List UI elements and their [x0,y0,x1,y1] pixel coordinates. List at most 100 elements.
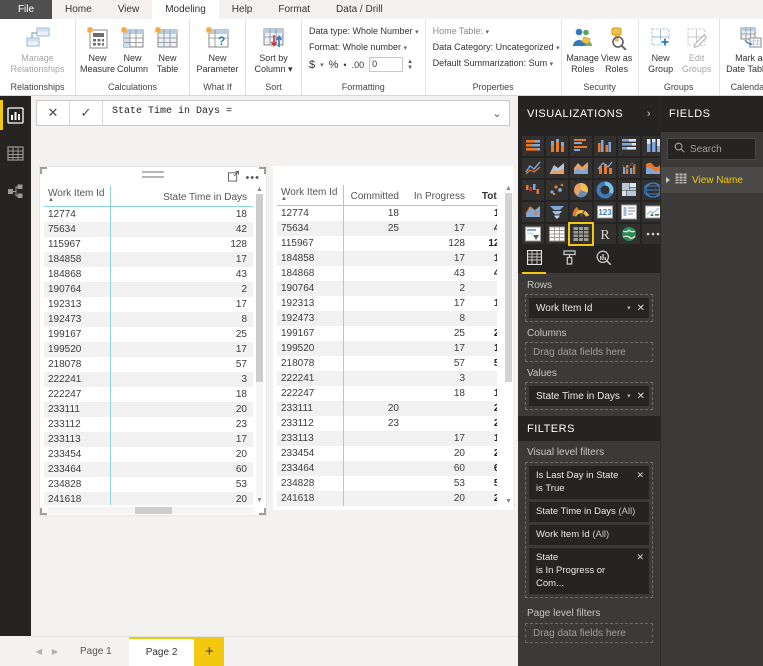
well-chip-work-item-id[interactable]: Work Item Id ▾ ✕ [529,298,649,318]
table-row[interactable]: 218078 57 57 [277,356,497,371]
stacked-column-chart-icon[interactable] [546,136,568,156]
currency-format-button[interactable]: $ [309,59,315,71]
manage-relationships-button[interactable]: Manage Relationships [4,22,71,74]
default-summarization-dropdown[interactable]: Default Summarization: Sum ▾ [433,56,554,72]
table-row[interactable]: 222247 18 [44,387,253,402]
matrix-vertical-scrollbar[interactable]: ▲ ▼ [504,185,513,506]
table-row[interactable]: 184868 43 [44,267,253,282]
decimal-places-stepper[interactable]: ▲ ▼ [407,59,413,71]
stacked-bar-chart-icon[interactable] [522,136,544,156]
slicer-icon[interactable] [522,224,544,244]
table-row[interactable]: 115967 128 128 [277,236,497,251]
view-as-roles-button[interactable]: View as Roles [600,22,634,74]
table-row[interactable]: 192313 17 17 [277,296,497,311]
filter-card-state[interactable]: State is In Progress or Com... ✕ [529,548,649,594]
clustered-column-chart-icon[interactable] [594,136,616,156]
edit-groups-button[interactable]: Edit Groups [679,22,715,74]
chevron-down-icon[interactable]: ▾ [320,61,324,69]
column-header-work-item-id[interactable]: Work Item Id ▲ [44,186,110,207]
table-row[interactable]: 233113 17 [44,431,253,447]
line-clustered-column-chart-icon[interactable] [618,158,640,178]
multi-row-card-icon[interactable] [618,202,640,222]
area-chart-icon[interactable] [546,158,568,178]
card-icon[interactable]: 123 [594,202,616,222]
r-script-visual-icon[interactable]: R [594,224,616,244]
ribbon-tab-home[interactable]: Home [52,0,105,19]
table-icon[interactable] [546,224,568,244]
sidebar-item-model-view[interactable] [0,172,31,210]
scroll-thumb[interactable] [256,194,263,382]
table-horizontal-scrollbar[interactable] [48,507,254,514]
table-row[interactable]: 184858 17 [44,251,253,267]
filter-card-work-item-id[interactable]: Work Item Id (All) [529,525,649,545]
table-row[interactable]: 218078 57 [44,357,253,372]
table-row[interactable]: 115967 128 [44,237,253,252]
tab-format[interactable] [559,249,579,271]
formula-accept-button[interactable]: ✓ [70,101,103,125]
resize-handle-br[interactable] [259,508,266,515]
page-next-button[interactable]: ▶ [47,637,63,666]
column-header-in-progress[interactable]: In Progress [405,185,471,206]
resize-handle-bl[interactable] [40,508,47,515]
scroll-down-icon[interactable]: ▼ [256,497,263,505]
focus-mode-icon[interactable] [228,169,240,187]
table-row[interactable]: 233464 60 [44,461,253,477]
field-table-view-name[interactable]: View Name [660,167,763,193]
table-row[interactable]: 241618 20 [44,491,253,505]
new-measure-button[interactable]: New Measure [80,22,115,74]
ribbon-tab-modeling[interactable]: Modeling [152,0,219,19]
remove-field-icon[interactable]: ✕ [637,391,645,402]
remove-filter-icon[interactable]: ✕ [636,551,644,564]
sidebar-item-report-view[interactable] [0,96,31,134]
line-stacked-column-chart-icon[interactable] [594,158,616,178]
table-row[interactable]: 2331112020 [277,400,497,416]
format-dropdown[interactable]: Format: Whole number ▾ [309,40,407,56]
scroll-down-icon[interactable]: ▼ [505,498,512,506]
ribbon-tab-view[interactable]: View [104,0,153,19]
page-prev-button[interactable]: ◀ [31,637,47,666]
gauge-icon[interactable] [570,202,592,222]
table-row[interactable]: 75634 42 [44,221,253,237]
visual-drag-handle[interactable] [142,171,164,181]
table-row[interactable]: 234828 53 53 [277,476,497,491]
decimal-places-input[interactable]: 0 [369,57,404,72]
table-row[interactable]: 233464 6060 [277,460,497,476]
sidebar-item-data-view[interactable] [0,134,31,172]
funnel-icon[interactable] [546,202,568,222]
expand-chevron-icon[interactable] [666,177,670,183]
more-options-icon[interactable]: ••• [245,172,260,183]
100-stacked-bar-chart-icon[interactable] [618,136,640,156]
scroll-thumb[interactable] [505,193,512,383]
waterfall-chart-icon[interactable] [522,180,544,200]
new-column-button[interactable]: New Column [115,22,150,74]
table-row[interactable]: 233112 23 [44,417,253,432]
data-category-dropdown[interactable]: Data Category: Uncategorized ▾ [433,40,560,56]
formula-expand-button[interactable]: ⌄ [485,101,509,125]
table-row[interactable]: 75634251742 [277,220,497,236]
manage-roles-button[interactable]: Manage Roles [566,22,600,74]
well-chip-state-time-in-days[interactable]: State Time in Days ▾ ✕ [529,386,649,406]
pie-chart-icon[interactable] [570,180,592,200]
table-row[interactable]: 192473 8 [44,311,253,327]
table-row[interactable]: 233454 20 20 [277,446,497,461]
table-row[interactable]: 184868 43 43 [277,266,497,281]
formula-input[interactable]: State Time in Days = [103,101,485,125]
add-page-button[interactable]: + [194,637,225,666]
table-row[interactable]: 233454 20 [44,447,253,462]
column-header-state-time-in-days[interactable]: State Time in Days [110,186,253,207]
table-row[interactable]: 12774 18 [44,207,253,222]
page-tab-page-2[interactable]: Page 2 [128,637,195,666]
page-level-filters-placeholder[interactable]: Drag data fields here [525,623,653,643]
report-canvas[interactable]: ••• Work Item Id ▲ State Time in Days 12… [36,138,513,666]
table-row[interactable]: 199167 25 25 [277,326,497,341]
new-parameter-button[interactable]: ? New Parameter [194,22,241,74]
table-row[interactable]: 192313 17 [44,297,253,312]
scatter-chart-icon[interactable] [546,180,568,200]
table-row[interactable]: 190764 22 [277,280,497,296]
treemap-icon[interactable] [618,180,640,200]
table-vertical-scrollbar[interactable]: ▲ ▼ [255,186,264,505]
table-visual[interactable]: ••• Work Item Id ▲ State Time in Days 12… [39,166,267,516]
column-header-committed[interactable]: Committed [343,185,405,206]
table-row[interactable]: 241618 2020 [277,490,497,506]
table-row[interactable]: 190764 2 [44,281,253,297]
